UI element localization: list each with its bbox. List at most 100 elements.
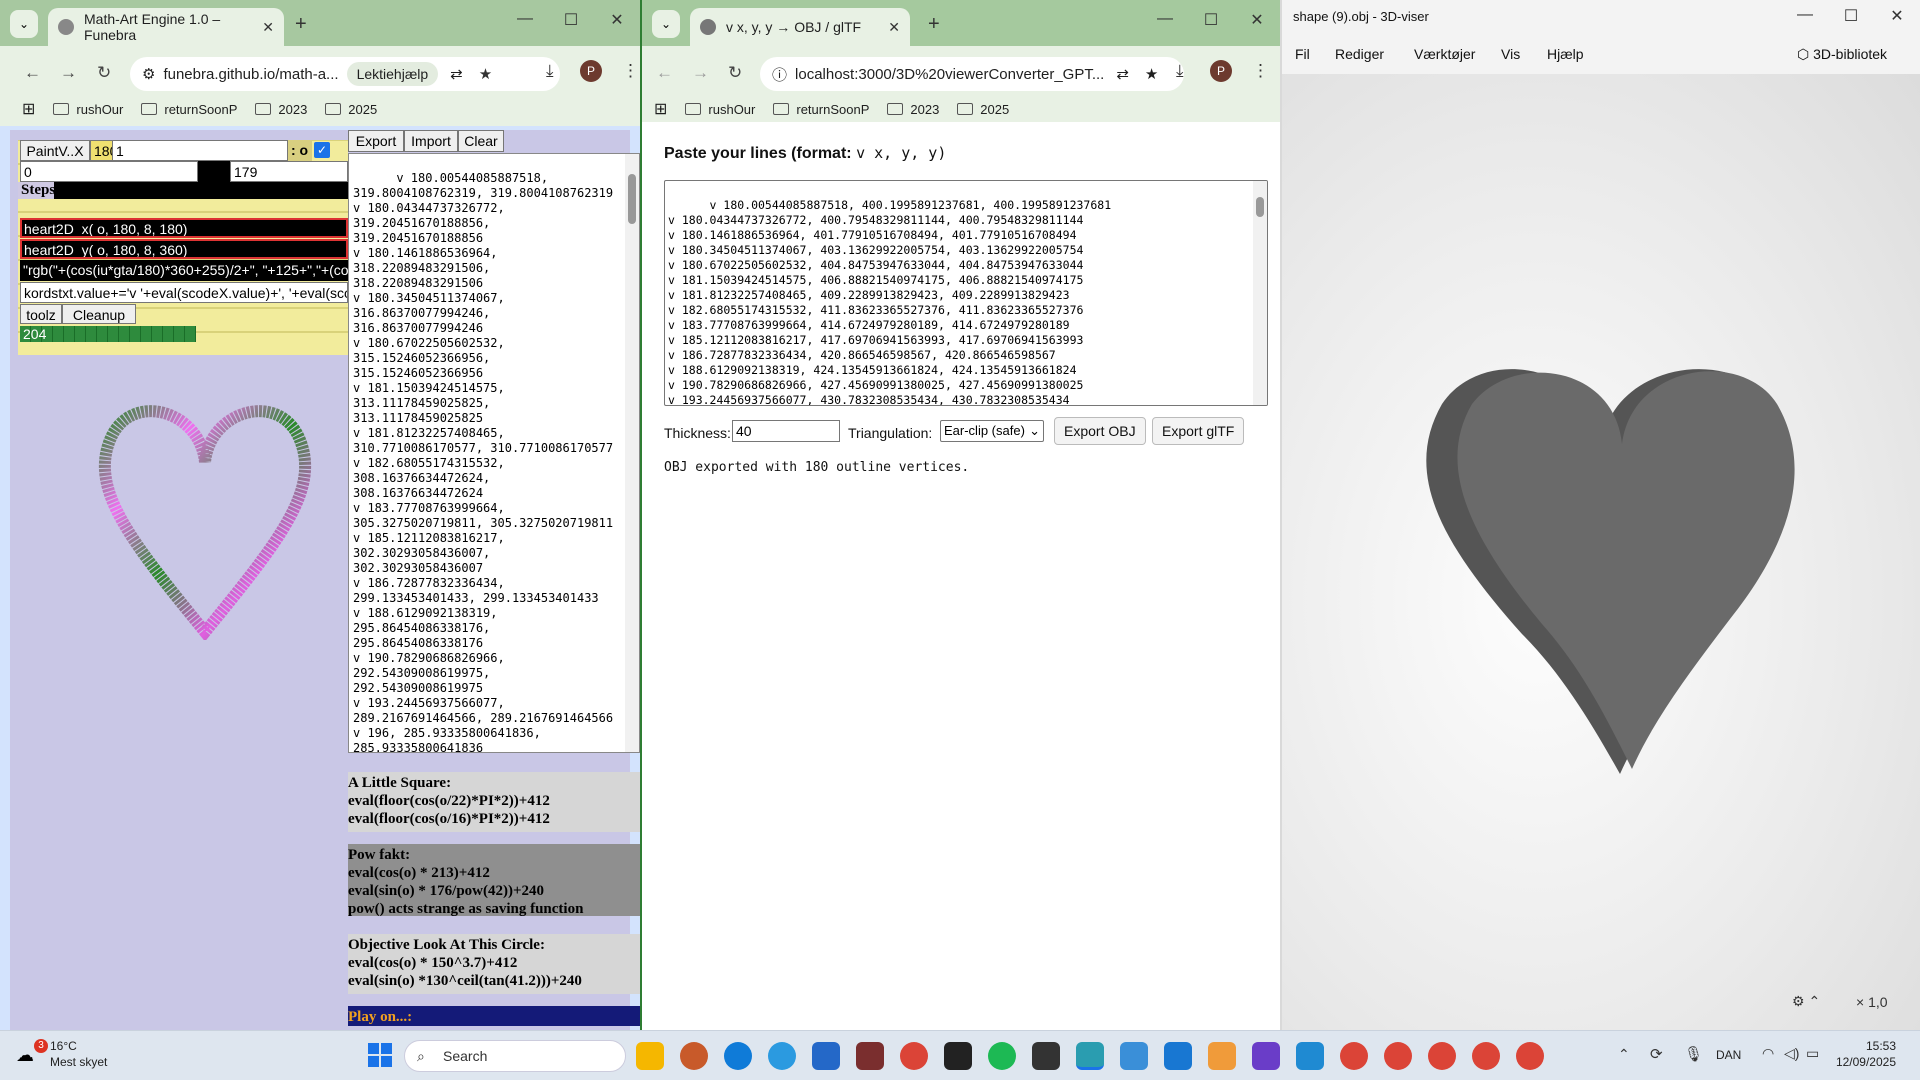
file-explorer-icon[interactable]	[636, 1042, 664, 1070]
triangulation-select[interactable]: Ear-clip (safe) ⌄	[940, 420, 1044, 442]
forward-icon[interactable]: →	[60, 63, 77, 83]
chrome-profile-icon[interactable]	[1340, 1042, 1368, 1070]
start-field[interactable]: 0	[20, 161, 198, 182]
microphone-icon[interactable]: 🎙	[1684, 1045, 1703, 1063]
paint-button[interactable]: PaintV..X	[20, 140, 90, 161]
bookmark-folder[interactable]: returnSoonP	[773, 102, 869, 117]
chrome-profile-icon[interactable]	[1384, 1042, 1412, 1070]
scrollbar-thumb[interactable]	[628, 174, 636, 224]
tab-search-button[interactable]: ⌄	[10, 10, 38, 38]
y-formula-field[interactable]: heart2D_y( o, 180, 8, 360)	[20, 239, 348, 259]
menu-vaerktoejer[interactable]: Værktøjer	[1414, 46, 1475, 62]
volume-icon[interactable]: ◁)	[1784, 1045, 1799, 1062]
kords-formula-field[interactable]: kordstxt.value+='v '+eval(scodeX.value)+…	[20, 282, 348, 303]
copilot-icon[interactable]	[768, 1042, 796, 1070]
menu-hjaelp[interactable]: Hjælp	[1547, 46, 1584, 62]
chrome-profile-icon[interactable]	[1516, 1042, 1544, 1070]
edge-icon[interactable]	[724, 1042, 752, 1070]
view-options-icon[interactable]: ⚙ ⌃	[1792, 993, 1820, 1010]
close-window-icon[interactable]: ✕	[594, 10, 640, 30]
clear-button[interactable]: Clear	[458, 130, 504, 152]
tab-converter[interactable]: v x, y, y → OBJ / glTF ✕	[690, 8, 910, 46]
store-icon[interactable]	[812, 1042, 840, 1070]
chrome-profile-icon[interactable]	[1428, 1042, 1456, 1070]
export-button[interactable]: Export	[348, 130, 404, 152]
reload-icon[interactable]: ↻	[728, 63, 742, 83]
info-icon[interactable]: ⓘ	[772, 64, 787, 85]
start-button[interactable]	[368, 1043, 392, 1067]
minimize-icon[interactable]: —	[1782, 6, 1828, 26]
3d-viewer-taskbar-icon[interactable]	[1076, 1042, 1104, 1070]
minimize-icon[interactable]: —	[1142, 10, 1188, 30]
profile-avatar[interactable]: P	[1210, 60, 1232, 82]
sync-icon[interactable]: ⟳	[1650, 1045, 1663, 1063]
app-icon[interactable]	[856, 1042, 884, 1070]
end-field[interactable]: 179	[230, 161, 348, 182]
reload-icon[interactable]: ↻	[97, 63, 111, 83]
zoom-level[interactable]: × 1,0	[1856, 994, 1888, 1010]
battery-icon[interactable]: ▭	[1806, 1045, 1819, 1062]
app-icon[interactable]	[1208, 1042, 1236, 1070]
translate-icon[interactable]: ⇄	[1116, 65, 1129, 83]
close-window-icon[interactable]: ✕	[1874, 6, 1920, 26]
back-icon[interactable]: ←	[24, 63, 41, 83]
close-icon[interactable]: ✕	[888, 19, 900, 36]
app-icon[interactable]	[680, 1042, 708, 1070]
app-icon[interactable]	[1120, 1042, 1148, 1070]
checkbox[interactable]: ✓	[314, 142, 330, 158]
vertex-list-textarea[interactable]: v 180.00544085887518, 319.8004108762319,…	[348, 153, 640, 753]
profile-avatar[interactable]: P	[580, 60, 602, 82]
x-formula-field[interactable]: heart2D_x( o, 180, 8, 180)	[20, 218, 348, 238]
lektiehjaelp-chip[interactable]: Lektiehjælp	[346, 62, 439, 86]
3d-viewport[interactable]: ⚙ ⌃ × 1,0	[1282, 74, 1920, 1030]
apps-grid-icon[interactable]: ⊞	[654, 99, 667, 119]
close-icon[interactable]: ✕	[262, 19, 274, 36]
menu-fil[interactable]: Fil	[1295, 46, 1310, 62]
cleanup-button[interactable]: Cleanup	[62, 304, 136, 324]
apps-grid-icon[interactable]: ⊞	[22, 99, 35, 119]
import-button[interactable]: Import	[404, 130, 458, 152]
bookmark-folder[interactable]: 2023	[887, 102, 939, 117]
tray-chevron-icon[interactable]: ⌃	[1618, 1046, 1630, 1063]
back-icon[interactable]: ←	[656, 63, 673, 83]
app-icon[interactable]	[1252, 1042, 1280, 1070]
forward-icon[interactable]: →	[692, 63, 709, 83]
download-icon[interactable]: ⤓	[546, 61, 554, 81]
bookmark-folder[interactable]: 2025	[325, 102, 377, 117]
3d-library-button[interactable]: ⬡ 3D-bibliotek	[1797, 46, 1887, 63]
minimize-icon[interactable]: —	[502, 10, 548, 30]
bookmark-folder[interactable]: 2025	[957, 102, 1009, 117]
export-obj-button[interactable]: Export OBJ	[1054, 417, 1146, 445]
thickness-input[interactable]: 40	[732, 420, 840, 442]
bookmark-star-icon[interactable]: ★	[479, 65, 492, 83]
color-formula-field[interactable]: "rgb("+(cos(iu*gta/180)*360+255)/2+", "+…	[20, 260, 348, 281]
lines-textarea[interactable]: v 180.00544085887518, 400.1995891237681,…	[664, 180, 1268, 406]
export-gltf-button[interactable]: Export glTF	[1152, 417, 1245, 445]
tab-search-button[interactable]: ⌄	[652, 10, 680, 38]
maximize-icon[interactable]: ☐	[1828, 6, 1874, 26]
address-bar[interactable]: ⚙ funebra.github.io/math-a... Lektiehjæl…	[130, 57, 560, 91]
menu-kebab-icon[interactable]: ⋮	[622, 61, 639, 81]
taskbar-search[interactable]: ⌕ Search	[404, 1040, 626, 1072]
chrome-profile-icon[interactable]	[1472, 1042, 1500, 1070]
terminal-icon[interactable]	[1032, 1042, 1060, 1070]
download-icon[interactable]: ⤓	[1176, 61, 1184, 81]
bookmark-folder[interactable]: returnSoonP	[141, 102, 237, 117]
scrollbar[interactable]	[1253, 181, 1267, 405]
bookmark-star-icon[interactable]: ★	[1145, 65, 1158, 83]
toolz-button[interactable]: toolz	[20, 304, 62, 324]
step-size-field[interactable]: 1	[112, 140, 288, 161]
translate-icon[interactable]: ⇄	[450, 65, 463, 83]
clock[interactable]: 15:53 12/09/2025	[1836, 1039, 1896, 1069]
menu-vis[interactable]: Vis	[1501, 46, 1520, 62]
bookmark-folder[interactable]: rushOur	[53, 102, 123, 117]
scrollbar-thumb[interactable]	[1256, 197, 1264, 217]
site-info-icon[interactable]: ⚙	[142, 65, 155, 83]
bookmark-folder[interactable]: rushOur	[685, 102, 755, 117]
maximize-icon[interactable]: ☐	[548, 10, 594, 30]
close-window-icon[interactable]: ✕	[1234, 10, 1280, 30]
new-tab-icon[interactable]: +	[295, 13, 307, 36]
app-icon[interactable]	[1164, 1042, 1192, 1070]
language-indicator[interactable]: DAN	[1716, 1048, 1741, 1062]
vscode-icon[interactable]	[1296, 1042, 1324, 1070]
